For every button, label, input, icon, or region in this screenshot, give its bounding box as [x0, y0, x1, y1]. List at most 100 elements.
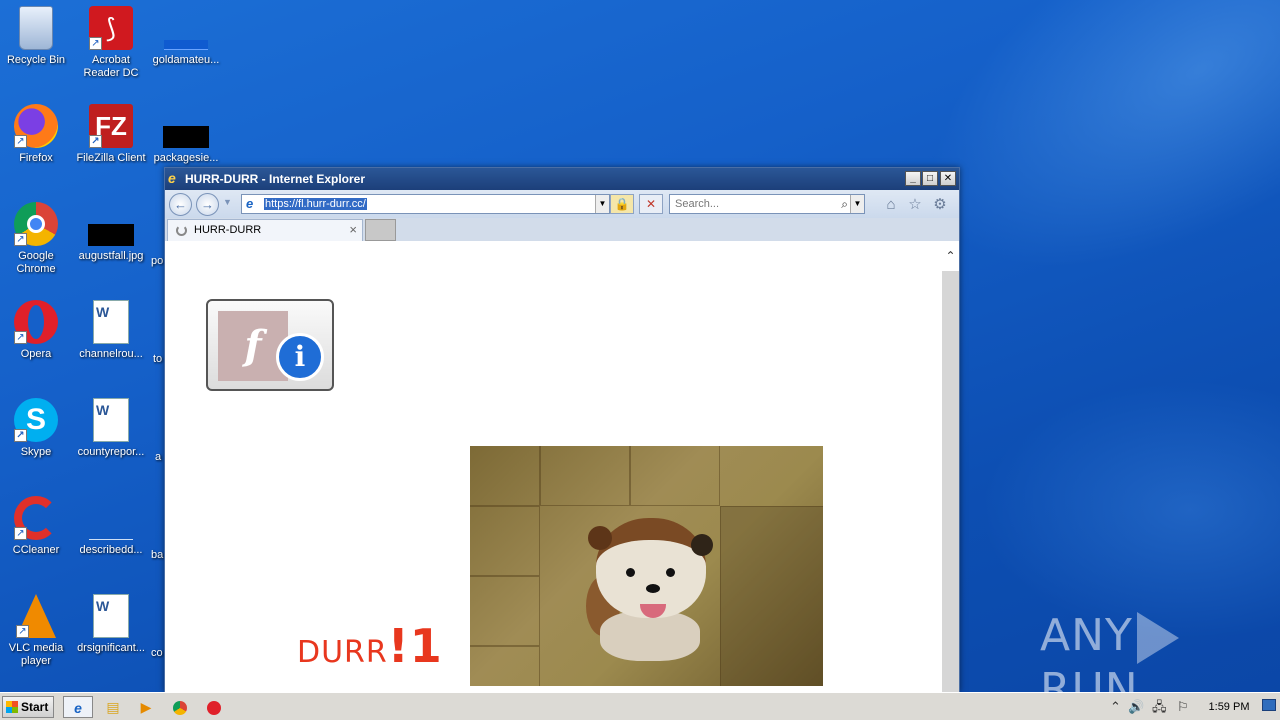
- desktop-icon-goldamateu[interactable]: goldamateu...: [148, 6, 224, 67]
- opera-icon: ↗: [14, 300, 58, 344]
- settings-gear-icon[interactable]: ⚙: [930, 195, 950, 215]
- taskbar-chrome-icon[interactable]: [165, 696, 195, 718]
- skype-icon: S ↗: [14, 398, 58, 442]
- filezilla-icon: FZ ↗: [89, 104, 133, 148]
- clock[interactable]: 1:59 PM: [1200, 693, 1258, 720]
- desktop-icon-chrome[interactable]: ↗ Google Chrome: [0, 202, 74, 276]
- desktop-icon-label: describedd...: [79, 544, 143, 556]
- desktop-icon-label: Acrobat Reader DC: [83, 54, 139, 79]
- vertical-scrollbar[interactable]: ⌃: [942, 241, 959, 693]
- desktop-partial-label: to: [153, 353, 163, 365]
- shortcut-arrow-icon: ↗: [14, 429, 27, 442]
- file-icon: [89, 520, 133, 540]
- tab-title: HURR-DURR: [194, 224, 262, 236]
- desktop-partial-label: ba: [151, 549, 164, 561]
- navigation-bar: ← → ▼ e https://fl.hurr-durr.cc/ ▼ 🔒 ✕ S…: [165, 190, 959, 218]
- page-content: f i DURR!1: [165, 241, 942, 693]
- word-doc-icon: W: [93, 594, 129, 638]
- address-dropdown-icon[interactable]: ▼: [595, 195, 609, 213]
- new-tab-button[interactable]: [365, 219, 396, 241]
- desktop-icon-label: packagesie...: [153, 152, 219, 164]
- minimize-button[interactable]: _: [905, 171, 921, 186]
- desktop-icon-recycle-bin[interactable]: Recycle Bin: [0, 6, 74, 67]
- desktop-icon-label: Skype: [20, 446, 52, 458]
- shortcut-arrow-icon: ↗: [14, 527, 27, 540]
- tab-close-icon[interactable]: ×: [349, 220, 357, 240]
- address-url[interactable]: https://fl.hurr-durr.cc/: [264, 198, 367, 210]
- search-box[interactable]: Search... ⌕ ▼: [669, 194, 865, 214]
- volume-icon[interactable]: 🔊: [1128, 696, 1144, 718]
- search-placeholder: Search...: [675, 198, 720, 210]
- lock-icon: 🔒: [614, 197, 630, 211]
- action-center-flag-icon[interactable]: ⚐: [1177, 696, 1189, 718]
- ie-logo-icon: e: [168, 170, 176, 186]
- window-titlebar[interactable]: e HURR-DURR - Internet Explorer _ □ ✕: [165, 168, 959, 190]
- desktop-icon-label: Recycle Bin: [6, 54, 66, 66]
- taskbar-opera-icon[interactable]: [199, 696, 229, 718]
- home-icon[interactable]: ⌂: [881, 195, 901, 215]
- desktop-icon-channelrou[interactable]: W channelrou...: [73, 300, 149, 361]
- tab-bar: HURR-DURR ×: [165, 218, 959, 241]
- bulldog-photo: [470, 446, 823, 686]
- desktop-icon-countyrepor[interactable]: W countyrepor...: [73, 398, 149, 459]
- recycle-bin-icon: [19, 6, 53, 50]
- vlc-icon: ↗: [16, 594, 56, 638]
- desktop-icon-firefox[interactable]: ↗ Firefox: [0, 104, 74, 165]
- tray-expand-icon[interactable]: ⌃: [1110, 696, 1121, 718]
- desktop-icon-skype[interactable]: S ↗ Skype: [0, 398, 74, 459]
- desktop-icon-describedd[interactable]: describedd...: [73, 496, 149, 557]
- chrome-icon: ↗: [14, 202, 58, 246]
- forward-arrow-icon: →: [201, 197, 214, 212]
- play-icon: [1136, 612, 1179, 664]
- shortcut-arrow-icon: ↗: [89, 37, 102, 50]
- ccleaner-icon: ↗: [14, 496, 58, 540]
- taskbar-ie-icon[interactable]: e: [63, 696, 93, 718]
- security-lock-button[interactable]: 🔒: [610, 194, 634, 214]
- desktop-icon-ccleaner[interactable]: ↗ CCleaner: [0, 496, 74, 557]
- firefox-icon: ↗: [14, 104, 58, 148]
- search-dropdown-icon[interactable]: ▼: [850, 195, 864, 213]
- flash-plugin-placeholder[interactable]: f i: [206, 299, 334, 391]
- desktop-partial-label: a: [155, 451, 162, 463]
- desktop-icon-label: Google Chrome: [16, 250, 56, 275]
- shortcut-arrow-icon: ↗: [14, 135, 27, 148]
- scroll-up-icon[interactable]: ⌃: [942, 241, 959, 271]
- browser-window: e HURR-DURR - Internet Explorer _ □ ✕ ← …: [164, 167, 960, 693]
- desktop-icon-label: countyrepor...: [77, 446, 145, 458]
- taskbar: Start e ▤ ▶ ⌃ 🔊 🖧 ⚐ 1:59 PM: [0, 692, 1280, 720]
- forward-button[interactable]: →: [196, 193, 219, 216]
- history-dropdown-icon[interactable]: ▼: [223, 197, 232, 207]
- desktop-icon-opera[interactable]: ↗ Opera: [0, 300, 74, 361]
- durr-word: DURR: [297, 635, 388, 670]
- back-button[interactable]: ←: [169, 193, 192, 216]
- word-doc-icon: W: [93, 300, 129, 344]
- start-button[interactable]: Start: [2, 696, 54, 718]
- show-desktop-button[interactable]: [1262, 699, 1276, 711]
- search-icon[interactable]: ⌕: [841, 195, 848, 213]
- desktop-icon-packagesie[interactable]: packagesie...: [148, 104, 224, 165]
- taskbar-explorer-icon[interactable]: ▤: [98, 696, 128, 718]
- desktop-icon-vlc[interactable]: ↗ VLC media player: [0, 594, 74, 668]
- close-button[interactable]: ✕: [940, 171, 956, 186]
- shortcut-arrow-icon: ↗: [89, 135, 102, 148]
- tab-hurr-durr[interactable]: HURR-DURR ×: [167, 219, 363, 241]
- watermark-text-right: RUN: [1040, 664, 1139, 692]
- desktop-icon-augustfall[interactable]: augustfall.jpg: [73, 202, 149, 263]
- desktop-icon-drsignificant[interactable]: W drsignificant...: [73, 594, 149, 655]
- network-icon[interactable]: 🖧: [1152, 696, 1167, 718]
- back-arrow-icon: ←: [174, 197, 187, 212]
- favorites-star-icon[interactable]: ☆: [905, 195, 925, 215]
- address-bar[interactable]: e https://fl.hurr-durr.cc/ ▼: [241, 194, 610, 214]
- desktop-icon-label: drsignificant...: [77, 642, 145, 654]
- ie-page-icon: e: [246, 196, 254, 211]
- desktop-icon-label: CCleaner: [12, 544, 60, 556]
- taskbar-media-player-icon[interactable]: ▶: [131, 696, 161, 718]
- desktop-icon-acrobat[interactable]: ⟆ ↗ Acrobat Reader DC: [73, 6, 149, 80]
- loading-spinner-icon: [176, 225, 187, 236]
- word-doc-icon: W: [93, 398, 129, 442]
- stop-button[interactable]: ✕: [639, 194, 663, 214]
- durr-suffix: !1: [387, 619, 443, 673]
- desktop-icon-label: channelrou...: [79, 348, 143, 360]
- maximize-button[interactable]: □: [922, 171, 938, 186]
- desktop-icon-filezilla[interactable]: FZ ↗ FileZilla Client: [73, 104, 149, 165]
